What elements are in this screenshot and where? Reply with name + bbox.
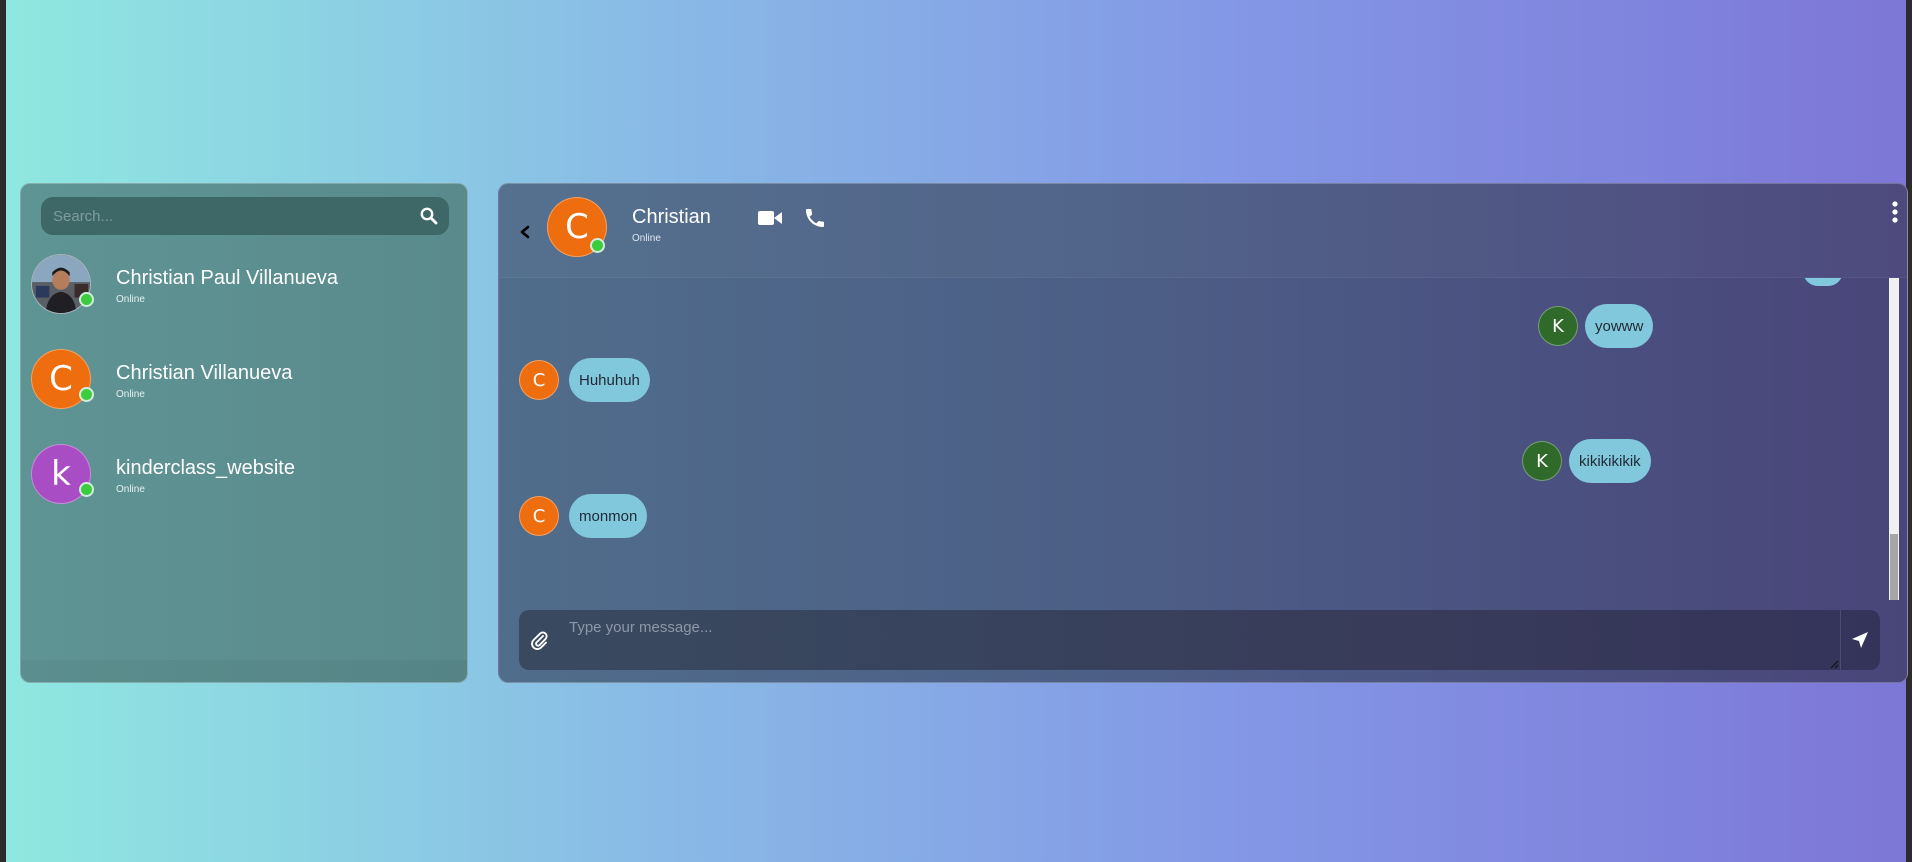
phone-icon[interactable] [803, 206, 827, 230]
resize-grip-icon[interactable] [1830, 660, 1839, 669]
paper-plane-icon[interactable] [1850, 630, 1870, 650]
video-camera-icon[interactable] [757, 208, 783, 228]
online-status-dot [79, 292, 94, 307]
chat-header: C Christian Online [499, 184, 1907, 278]
message-input[interactable] [559, 610, 1841, 670]
online-status-dot [590, 238, 605, 253]
sender-avatar: K [1538, 306, 1578, 346]
contact-name: Christian Villanueva [116, 362, 293, 384]
search-bar [41, 197, 449, 235]
app-background: Christian Paul Villanueva Online C Chris… [6, 0, 1908, 862]
contact-status: Online [116, 294, 145, 305]
vertical-dots-icon[interactable] [1891, 200, 1899, 224]
message-composer [519, 610, 1880, 670]
message-bubble: yowww [1585, 304, 1654, 348]
contact-name: kinderclass_website [116, 457, 295, 479]
chat-contact-status: Online [632, 233, 661, 244]
message-scrollbar[interactable] [1889, 278, 1899, 600]
contact-status: Online [116, 484, 145, 495]
chevron-left-icon[interactable] [517, 222, 533, 242]
sender-avatar: K [1522, 441, 1562, 481]
contact-item[interactable]: k kinderclass_website Online [21, 434, 467, 514]
message-bubble-partial [1803, 278, 1843, 286]
message-bubble: kikikikikik [1569, 439, 1651, 483]
online-status-dot [79, 482, 94, 497]
contact-item[interactable]: Christian Paul Villanueva Online [21, 244, 467, 324]
contact-name: Christian Paul Villanueva [116, 267, 338, 289]
search-input[interactable] [41, 197, 449, 235]
message-list: K yowww C Huhuhuh K kikikikikik C monmon [499, 278, 1889, 600]
chat-panel: C Christian Online K yowww C Huhuhuh K k… [498, 183, 1908, 683]
search-icon[interactable] [419, 206, 439, 226]
chat-contact-name: Christian [632, 206, 711, 228]
online-status-dot [79, 387, 94, 402]
sender-avatar: C [519, 496, 559, 536]
contact-status: Online [116, 389, 145, 400]
contacts-footer [21, 660, 467, 682]
contacts-panel: Christian Paul Villanueva Online C Chris… [20, 183, 468, 683]
message-bubble: Huhuhuh [569, 358, 650, 402]
sender-avatar: C [519, 360, 559, 400]
scrollbar-thumb[interactable] [1890, 534, 1898, 600]
message-bubble: monmon [569, 494, 648, 538]
contact-item[interactable]: C Christian Villanueva Online [21, 339, 467, 419]
paperclip-icon[interactable] [529, 630, 549, 650]
